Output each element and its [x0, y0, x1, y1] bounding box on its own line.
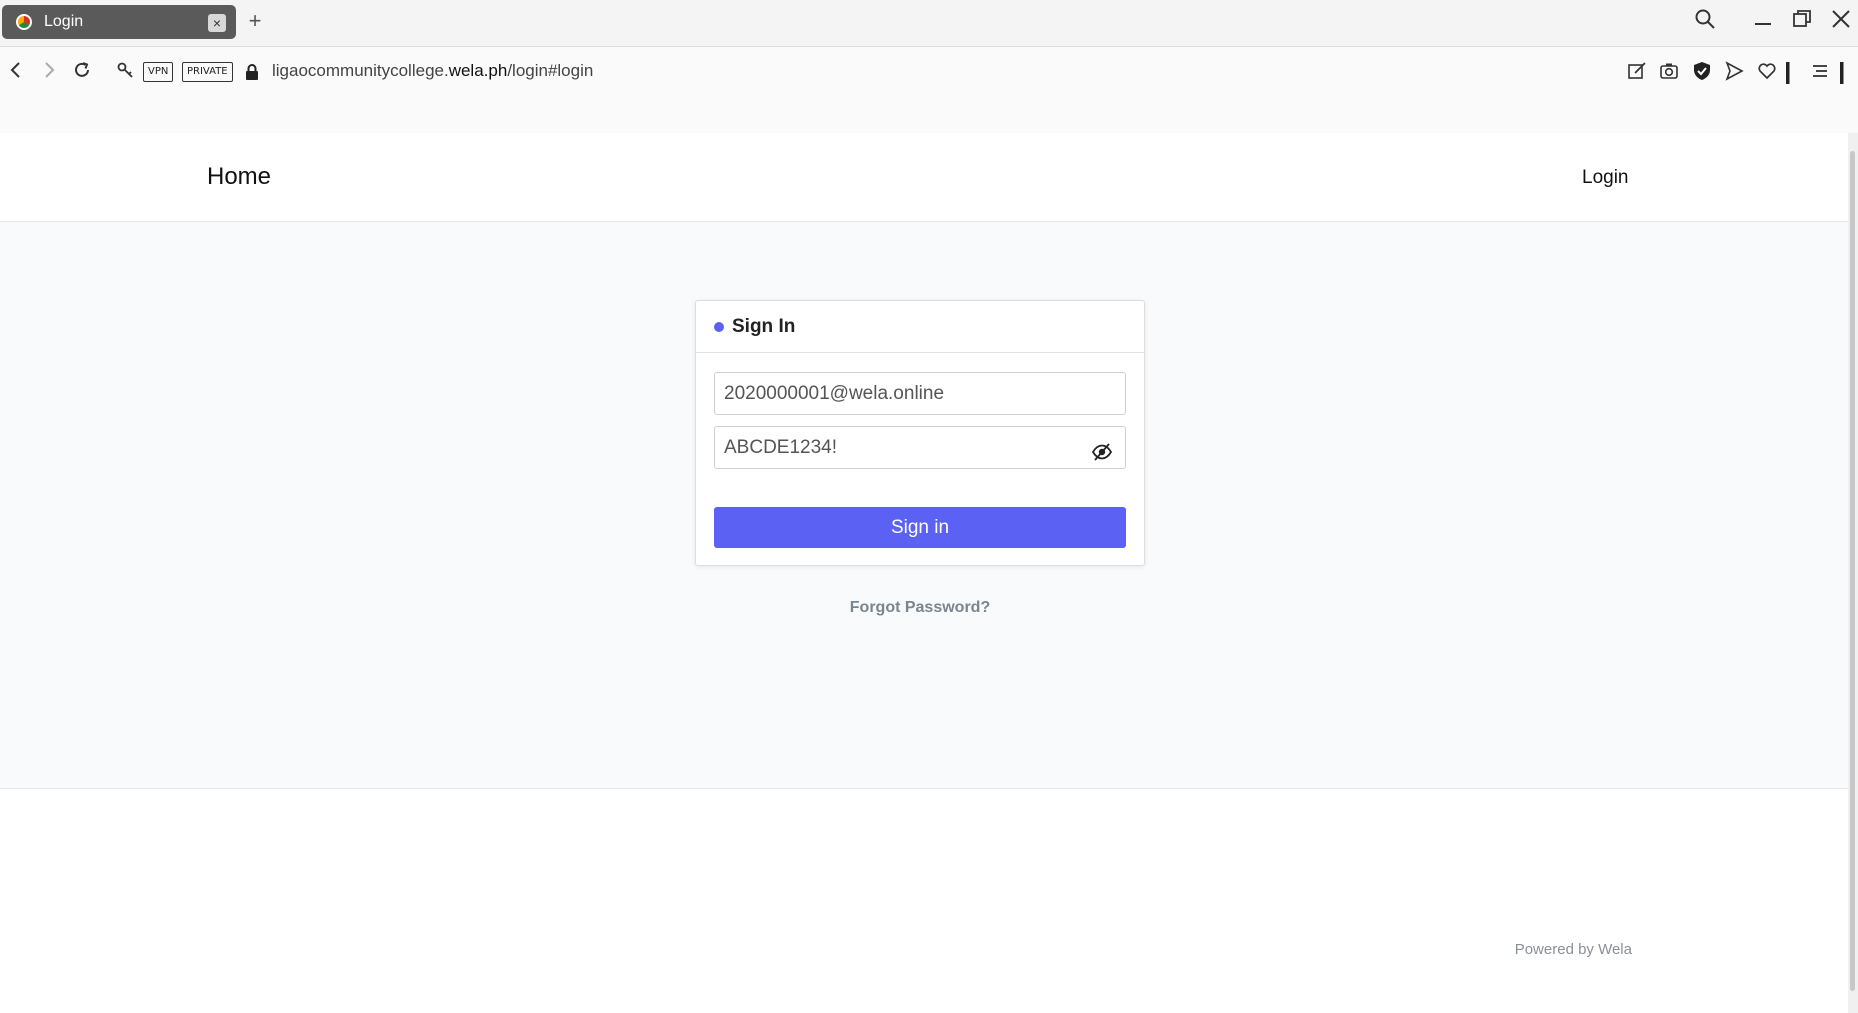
url-text[interactable]: ligaocommunitycollege.wela.ph/login#logi…: [272, 61, 593, 81]
url-domain: wela.ph: [448, 61, 508, 80]
page-content: Home Login Sign In 2020000001@wela.onlin…: [0, 133, 1848, 1013]
powered-by-text[interactable]: Powered by Wela: [1515, 941, 1632, 958]
minimize-icon[interactable]: [1748, 8, 1778, 36]
search-icon[interactable]: [1690, 8, 1720, 36]
site-footer: Powered by Wela: [0, 788, 1848, 1013]
title-dot-icon: [714, 321, 724, 332]
browser-tab[interactable]: Login ×: [2, 5, 236, 39]
edit-icon[interactable]: [1625, 61, 1649, 85]
signin-card-header: Sign In: [696, 301, 1144, 353]
restore-icon[interactable]: [1787, 8, 1817, 36]
nav-login-link[interactable]: Login: [1582, 167, 1629, 189]
page-scrollbar[interactable]: [1848, 133, 1858, 1013]
camera-icon[interactable]: [1657, 61, 1681, 85]
signin-button[interactable]: Sign in: [714, 507, 1126, 548]
key-icon[interactable]: [112, 59, 140, 87]
site-favicon-icon: [16, 14, 32, 30]
lock-icon[interactable]: [238, 60, 266, 88]
site-navbar: Home Login: [0, 133, 1848, 222]
menu-icon[interactable]: [1808, 61, 1832, 85]
sidebar-toggle-bar[interactable]: [1838, 61, 1846, 85]
password-field[interactable]: ABCDE1234!: [714, 426, 1126, 469]
signin-card: Sign In 2020000001@wela.online ABCDE1234…: [695, 300, 1145, 566]
tab-title: Login: [44, 13, 84, 30]
email-field[interactable]: 2020000001@wela.online: [714, 372, 1126, 415]
sidebar-divider: [1784, 61, 1792, 85]
back-icon[interactable]: [2, 59, 30, 87]
private-badge[interactable]: PRIVATE: [182, 62, 233, 82]
url-subdomain: ligaocommunitycollege.: [272, 61, 449, 80]
reload-icon[interactable]: [68, 59, 96, 87]
address-bar: VPN PRIVATE ligaocommunitycollege.wela.p…: [0, 48, 1858, 98]
shield-icon[interactable]: [1690, 61, 1714, 85]
signin-title: Sign In: [732, 315, 796, 337]
forward-icon[interactable]: [35, 59, 63, 87]
nav-home-link[interactable]: Home: [207, 163, 271, 191]
new-tab-button[interactable]: +: [244, 10, 266, 33]
scrollbar-thumb[interactable]: [1850, 151, 1855, 991]
close-icon[interactable]: [1826, 8, 1856, 36]
forgot-password-link[interactable]: Forgot Password?: [0, 599, 1840, 617]
url-path: /login#login: [507, 61, 594, 80]
send-icon[interactable]: [1722, 61, 1746, 85]
password-value: ABCDE1234!: [724, 437, 838, 458]
browser-tab-bar: Login × +: [0, 0, 1858, 47]
tab-close-button[interactable]: ×: [208, 14, 226, 32]
heart-icon[interactable]: [1755, 61, 1779, 85]
toggle-visibility-icon[interactable]: [1091, 437, 1113, 461]
vpn-badge[interactable]: VPN: [143, 62, 174, 82]
